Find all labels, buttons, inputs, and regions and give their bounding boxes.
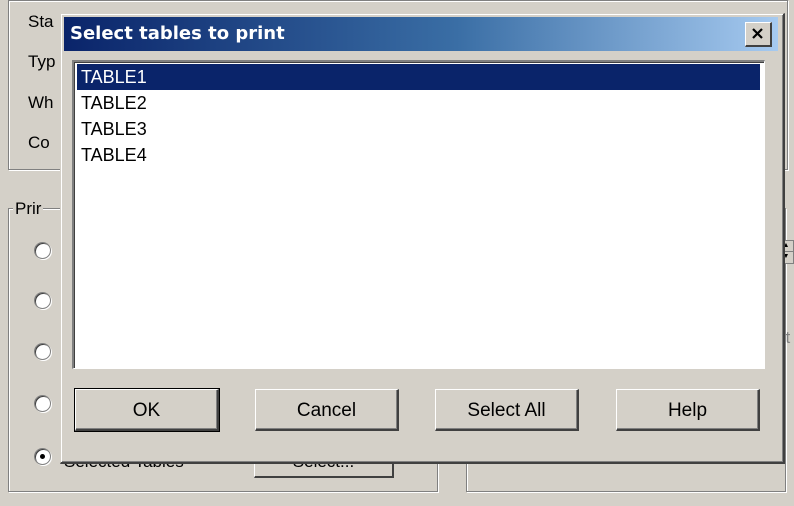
radio-option-1[interactable]: [34, 242, 51, 259]
radio-option-4[interactable]: [34, 395, 51, 412]
radio-option-3[interactable]: [34, 343, 51, 360]
label-sta: Sta: [28, 12, 54, 31]
select-all-button[interactable]: Select All: [435, 389, 579, 431]
dialog-titlebar[interactable]: Select tables to print: [64, 17, 778, 51]
dialog-title: Select tables to print: [70, 23, 285, 44]
tables-listbox[interactable]: TABLE1 TABLE2 TABLE3 TABLE4: [72, 60, 765, 369]
help-button[interactable]: Help: [616, 389, 760, 431]
cancel-button[interactable]: Cancel: [255, 389, 399, 431]
radio-selected-tables[interactable]: [34, 448, 51, 465]
table-list-item[interactable]: TABLE3: [77, 116, 760, 142]
ok-button[interactable]: OK: [74, 388, 220, 432]
select-tables-dialog: Select tables to print TABLE1 TABLE2 TAB…: [60, 13, 785, 464]
label-wh: Wh: [28, 93, 54, 112]
radio-option-2[interactable]: [34, 292, 51, 309]
label-typ: Typ: [28, 52, 56, 71]
label-co: Co: [28, 133, 50, 152]
table-list-item[interactable]: TABLE2: [77, 90, 760, 116]
close-button[interactable]: [745, 22, 772, 47]
table-list-item[interactable]: TABLE1: [77, 64, 760, 90]
close-icon: [752, 28, 763, 39]
table-list-item[interactable]: TABLE4: [77, 142, 760, 168]
radio-checked-dot: [40, 454, 45, 459]
print-range-label: Prir: [13, 199, 44, 219]
